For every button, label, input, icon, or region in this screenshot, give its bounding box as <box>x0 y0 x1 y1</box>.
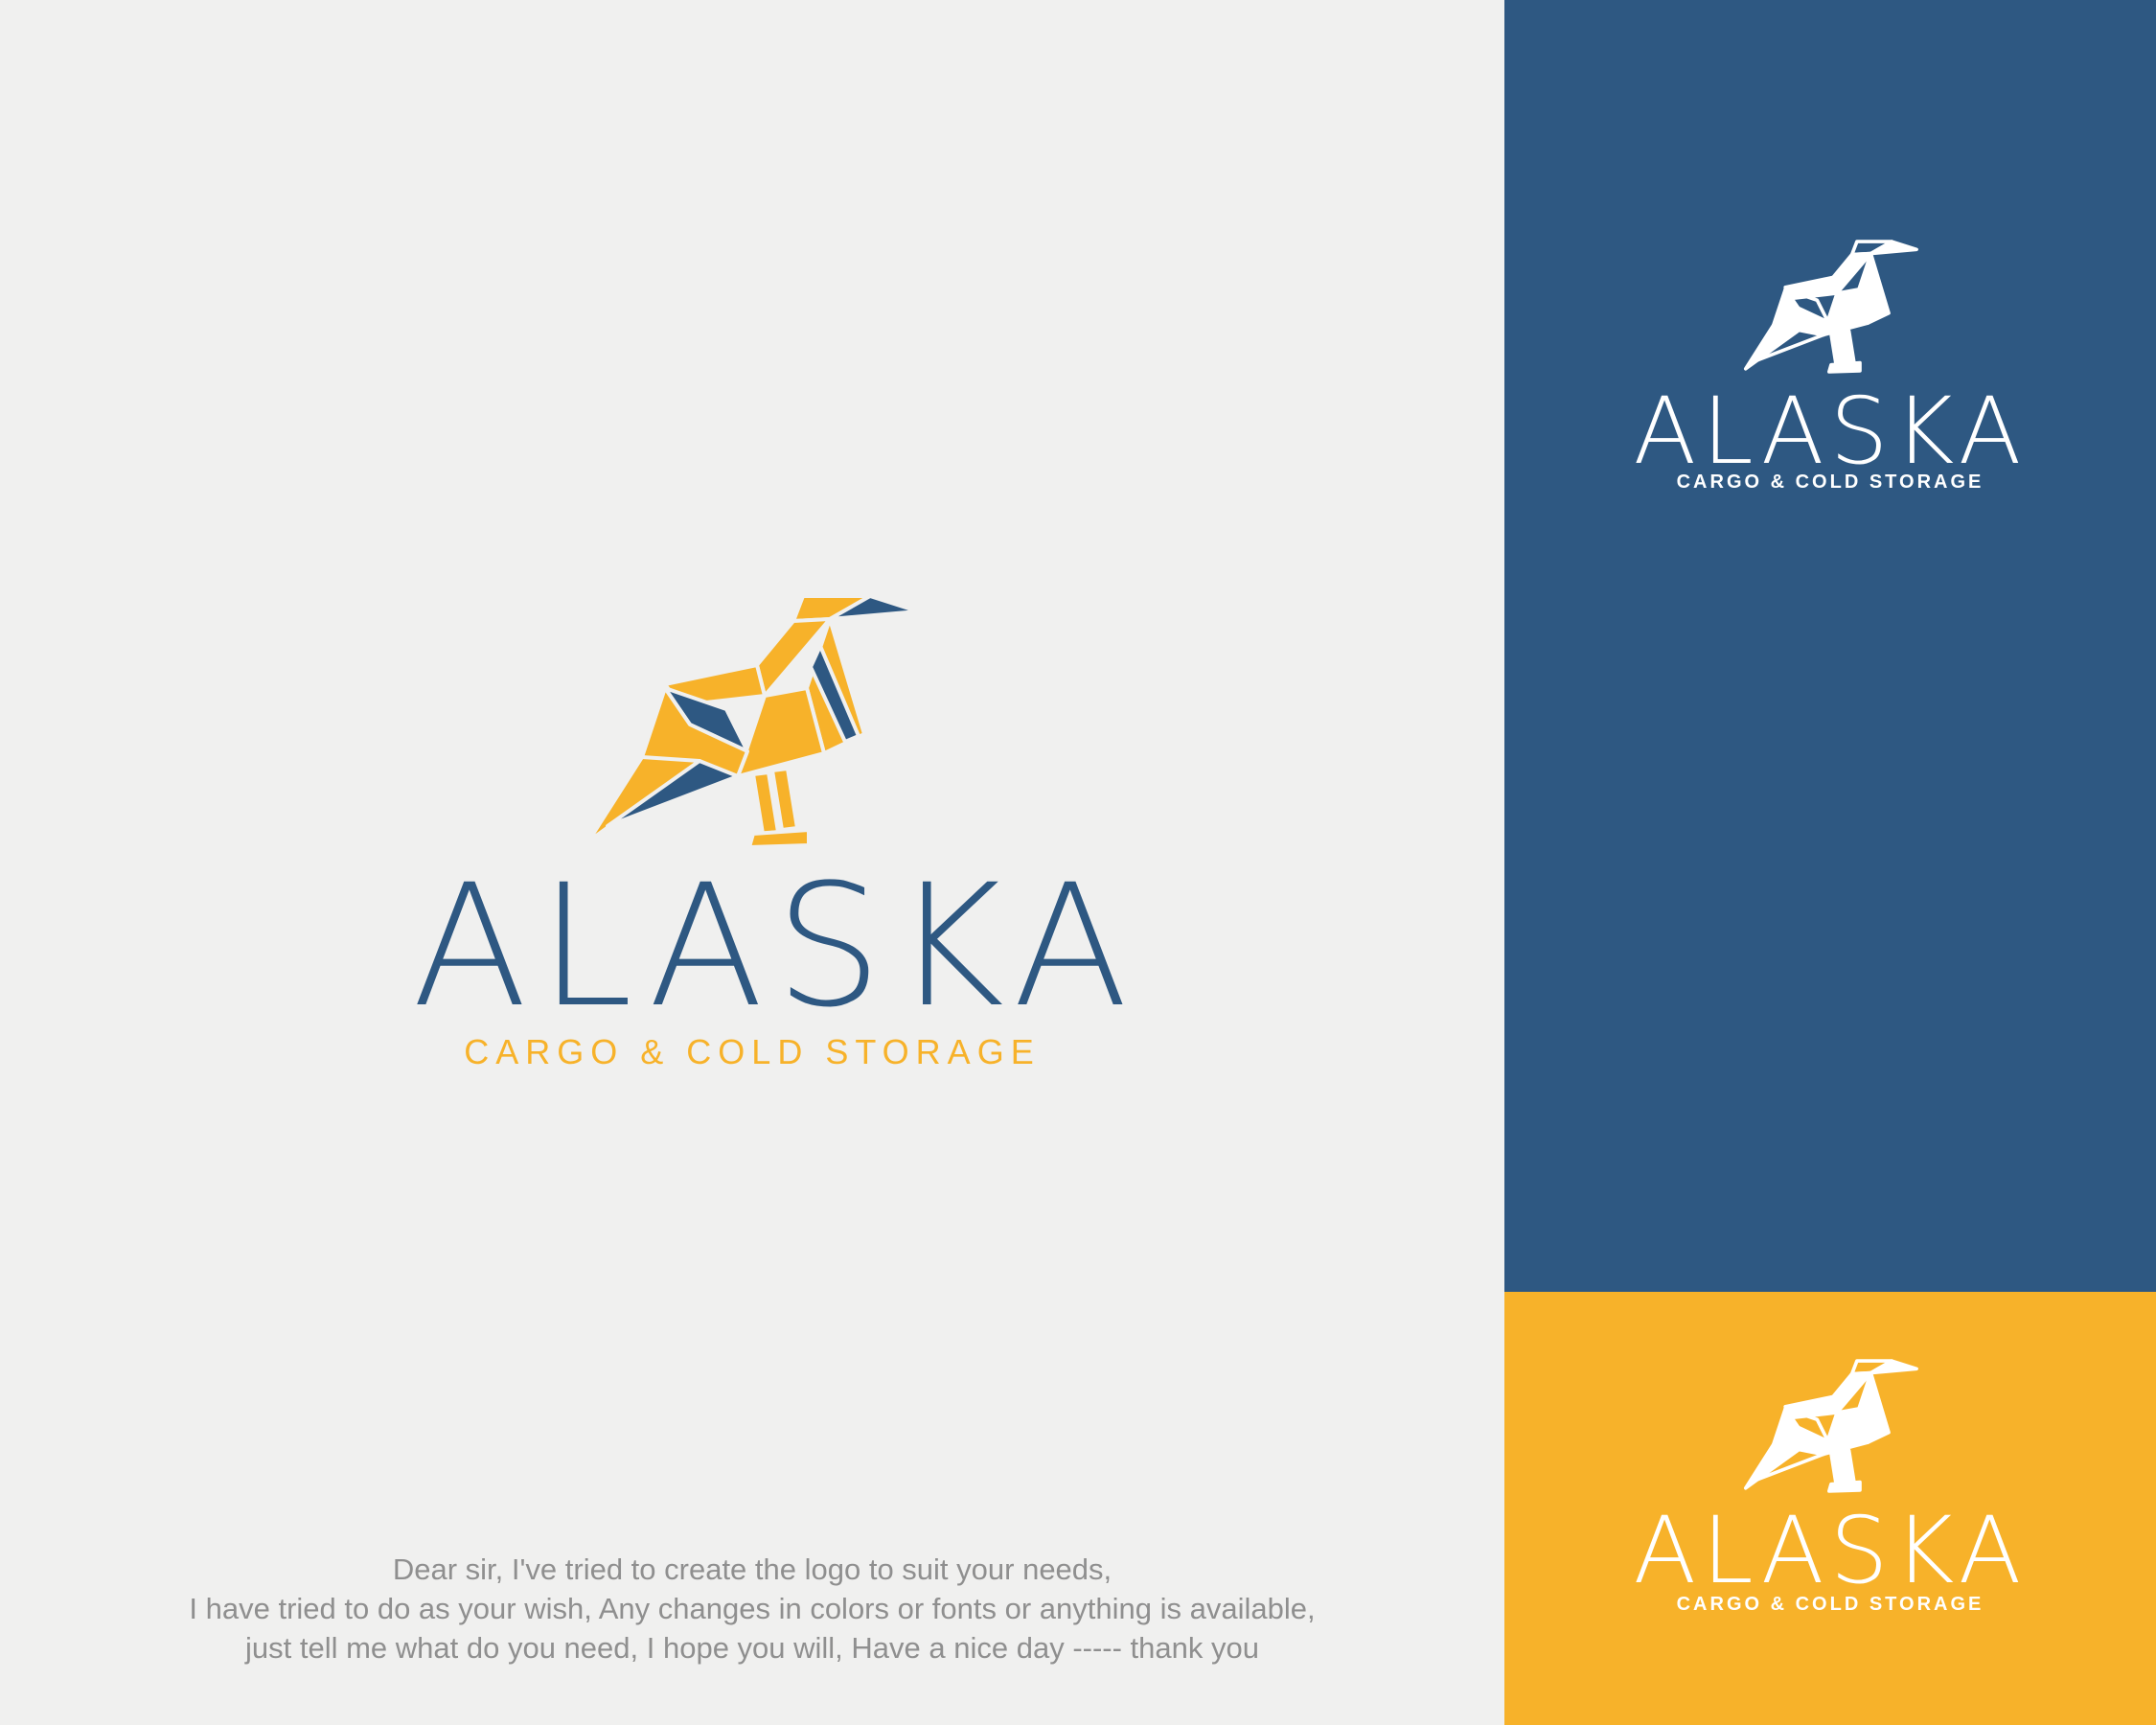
brand-tagline: CARGO & COLD STORAGE <box>1676 1594 1984 1615</box>
bird-chest <box>736 686 826 778</box>
brand-tagline: CARGO & COLD STORAGE <box>464 1032 1041 1071</box>
blue-variant-panel: ALASKA CARGO & COLD STORAGE <box>1504 0 2156 1292</box>
yellow-variant-panel: ALASKA CARGO & COLD STORAGE <box>1504 1292 2156 1725</box>
brand-wordmark: ALASKA <box>412 848 1140 1045</box>
main-logo-panel: ALASKA CARGO & COLD STORAGE Dear sir, I'… <box>0 0 1504 1725</box>
origami-bird-icon <box>586 594 920 849</box>
origami-bird-icon <box>1743 1359 1918 1493</box>
designer-message: Dear sir, I've tried to create the logo … <box>77 1550 1428 1668</box>
message-line: just tell me what do you need, I hope yo… <box>245 1631 1259 1665</box>
brand-tagline: CARGO & COLD STORAGE <box>1676 472 1984 493</box>
message-line: I have tried to do as your wish, Any cha… <box>189 1592 1316 1625</box>
origami-bird-icon <box>1743 240 1918 374</box>
bird-feet <box>747 828 811 849</box>
brand-wordmark: ALASKA <box>1633 1497 2028 1604</box>
brand-wordmark: ALASKA <box>1633 378 2028 485</box>
message-line: Dear sir, I've tried to create the logo … <box>392 1552 1112 1586</box>
